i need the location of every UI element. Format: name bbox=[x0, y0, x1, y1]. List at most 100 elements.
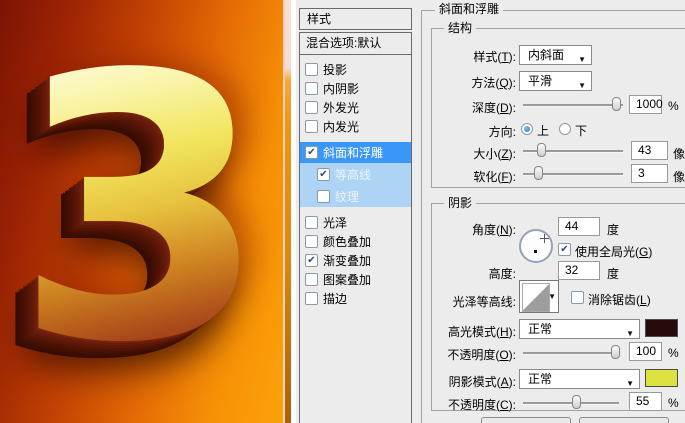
method-label: 方法(Q): bbox=[404, 74, 516, 91]
opacity-shadow-slider[interactable] bbox=[523, 402, 619, 405]
opacity-highlight-slider[interactable] bbox=[523, 352, 619, 355]
anti-alias-label[interactable]: 消除锯齿(L) bbox=[588, 291, 651, 308]
style-item-checkbox[interactable] bbox=[305, 292, 318, 305]
angle-dial-dot bbox=[534, 250, 537, 253]
shadow-mode-label: 阴影模式(A): bbox=[404, 373, 516, 390]
styles-list-item[interactable]: 图案叠加 bbox=[300, 270, 411, 289]
style-item-label: 纹理 bbox=[335, 188, 359, 205]
blend-options-item[interactable]: 混合选项:默认 bbox=[300, 33, 411, 55]
styles-list-item[interactable]: 描边 bbox=[300, 289, 411, 308]
chevron-down-icon: ▼ bbox=[626, 375, 634, 393]
style-label: 样式(T): bbox=[404, 48, 516, 65]
style-item-label: 斜面和浮雕 bbox=[323, 144, 383, 161]
opacity-highlight-label: 不透明度(O): bbox=[404, 346, 516, 363]
styles-list-item[interactable]: 颜色叠加 bbox=[300, 232, 411, 251]
angle-unit: 度 bbox=[607, 221, 619, 238]
opacity-highlight-input[interactable]: 100 bbox=[629, 342, 662, 361]
style-item-label: 投影 bbox=[323, 61, 347, 78]
chevron-down-icon: ▼ bbox=[548, 292, 556, 301]
soften-label: 软化(F): bbox=[404, 168, 516, 185]
soften-input[interactable]: 3 bbox=[631, 164, 668, 183]
styles-list-item[interactable]: 投影 bbox=[300, 60, 411, 79]
direction-up-radio[interactable] bbox=[521, 123, 533, 135]
styles-list-item[interactable]: ✔ 渐变叠加 bbox=[300, 251, 411, 270]
style-item-checkbox[interactable]: ✔ bbox=[317, 168, 330, 181]
shadow-mode-value: 正常 bbox=[528, 372, 552, 386]
size-unit: 像素 bbox=[673, 145, 685, 162]
style-item-checkbox[interactable] bbox=[305, 63, 318, 76]
numeral-3-face: 3 bbox=[6, 28, 276, 393]
shadow-color-swatch[interactable] bbox=[645, 369, 678, 387]
soften-slider-thumb[interactable] bbox=[534, 166, 543, 180]
size-slider-thumb[interactable] bbox=[537, 143, 546, 157]
method-dropdown[interactable]: 平滑 ▼ bbox=[519, 71, 592, 91]
size-slider[interactable] bbox=[523, 150, 623, 153]
altitude-unit: 度 bbox=[607, 265, 619, 282]
opacity-highlight-thumb[interactable] bbox=[611, 345, 620, 359]
styles-list-item[interactable]: 纹理 bbox=[300, 185, 411, 207]
soften-unit: 像素 bbox=[673, 168, 685, 185]
bottom-button[interactable] bbox=[579, 417, 669, 423]
direction-up-label[interactable]: 上 bbox=[537, 122, 549, 139]
document-canvas: 3 3 bbox=[0, 0, 283, 423]
styles-list-item[interactable]: 外发光 bbox=[300, 98, 411, 117]
styles-list-item[interactable]: ✔ 斜面和浮雕 bbox=[300, 142, 411, 163]
style-item-label: 外发光 bbox=[323, 99, 359, 116]
opacity-shadow-thumb[interactable] bbox=[572, 395, 581, 409]
crosshair-cursor-icon bbox=[540, 234, 549, 243]
style-item-checkbox[interactable]: ✔ bbox=[305, 146, 318, 159]
angle-input[interactable]: 44 bbox=[558, 217, 600, 236]
contour-thumbnail-icon bbox=[522, 283, 550, 312]
style-item-checkbox[interactable] bbox=[317, 190, 330, 203]
direction-down-label[interactable]: 下 bbox=[575, 122, 587, 139]
opacity-shadow-unit: % bbox=[668, 396, 679, 410]
soften-slider[interactable] bbox=[523, 173, 623, 176]
altitude-input[interactable]: 32 bbox=[558, 261, 600, 280]
style-item-checkbox[interactable]: ✔ bbox=[305, 254, 318, 267]
depth-slider-thumb[interactable] bbox=[612, 97, 621, 111]
direction-label: 方向: bbox=[404, 123, 516, 140]
style-item-checkbox[interactable] bbox=[305, 235, 318, 248]
style-item-checkbox[interactable] bbox=[305, 82, 318, 95]
bottom-button[interactable] bbox=[481, 417, 571, 423]
styles-list-item[interactable]: ✔等高线 bbox=[300, 163, 411, 185]
style-item-label: 渐变叠加 bbox=[323, 252, 371, 269]
altitude-label: 高度: bbox=[404, 265, 516, 282]
styles-list-item[interactable]: 内阴影 bbox=[300, 79, 411, 98]
highlight-mode-dropdown[interactable]: 正常 ▼ bbox=[519, 319, 640, 339]
highlight-mode-value: 正常 bbox=[528, 322, 552, 336]
direction-down-radio[interactable] bbox=[559, 123, 571, 135]
use-global-light-label[interactable]: 使用全局光(G) bbox=[575, 243, 652, 260]
styles-list-item[interactable]: 光泽 bbox=[300, 213, 411, 232]
style-item-label: 内阴影 bbox=[323, 80, 359, 97]
depth-slider[interactable] bbox=[523, 104, 623, 107]
style-dropdown[interactable]: 内斜面 ▼ bbox=[519, 45, 592, 65]
use-global-light-checkbox[interactable]: ✔ bbox=[558, 243, 571, 256]
style-item-checkbox[interactable] bbox=[305, 101, 318, 114]
style-item-label: 内发光 bbox=[323, 118, 359, 135]
shadow-mode-dropdown[interactable]: 正常 ▼ bbox=[519, 369, 640, 389]
depth-input[interactable]: 1000 bbox=[629, 95, 662, 114]
styles-list-item[interactable]: 内发光 bbox=[300, 117, 411, 136]
layer-style-screen: 3 3 样式 混合选项:默认 投影内阴影外发光内发光 ✔ 斜面和浮雕 ✔等高线纹理光泽… bbox=[0, 0, 685, 423]
style-item-label: 描边 bbox=[323, 290, 347, 307]
style-item-checkbox[interactable] bbox=[305, 273, 318, 286]
opacity-highlight-unit: % bbox=[668, 346, 679, 360]
size-input[interactable]: 43 bbox=[631, 141, 668, 160]
numeral-3-artwork: 3 3 bbox=[0, 28, 286, 408]
bevel-emboss-group-title: 斜面和浮雕 bbox=[435, 2, 503, 16]
structure-group-title: 结构 bbox=[444, 21, 476, 35]
style-item-checkbox[interactable] bbox=[305, 120, 318, 133]
style-item-label: 图案叠加 bbox=[323, 271, 371, 288]
highlight-color-swatch[interactable] bbox=[645, 319, 678, 337]
chevron-down-icon: ▼ bbox=[578, 77, 586, 95]
chevron-down-icon: ▼ bbox=[626, 325, 634, 343]
gloss-contour-picker[interactable]: ▼ bbox=[519, 280, 559, 313]
style-item-checkbox[interactable] bbox=[305, 216, 318, 229]
styles-panel-title: 样式 bbox=[299, 8, 412, 30]
depth-unit: % bbox=[668, 99, 679, 113]
method-dropdown-value: 平滑 bbox=[528, 74, 552, 88]
style-item-label: 光泽 bbox=[323, 214, 347, 231]
opacity-shadow-input[interactable]: 55 bbox=[629, 392, 662, 411]
anti-alias-checkbox[interactable] bbox=[571, 291, 584, 304]
